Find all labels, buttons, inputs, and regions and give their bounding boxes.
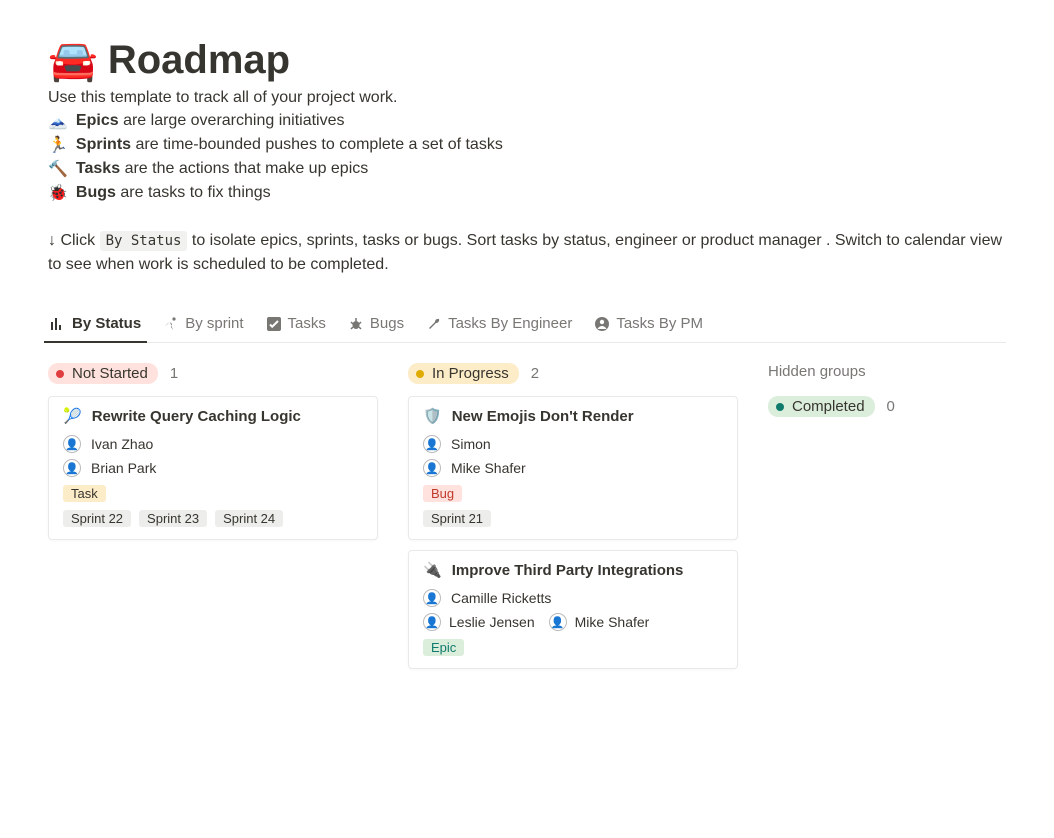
card-person-secondary: 👤 Mike Shafer bbox=[423, 459, 723, 477]
by-status-token: By Status bbox=[100, 231, 188, 251]
avatar-icon: 👤 bbox=[423, 459, 441, 477]
page-subtitle: Use this template to track all of your p… bbox=[48, 89, 1006, 107]
column-count: 1 bbox=[170, 365, 178, 382]
tab-label: Tasks By PM bbox=[616, 315, 703, 332]
person-name: Mike Shafer bbox=[575, 614, 650, 630]
user-circle-icon bbox=[594, 316, 610, 332]
tab-tasks-by-engineer[interactable]: Tasks By Engineer bbox=[424, 309, 574, 342]
checkbox-icon bbox=[266, 316, 282, 332]
avatar-icon: 👤 bbox=[423, 613, 441, 631]
tab-tasks[interactable]: Tasks bbox=[264, 309, 328, 342]
tennis-icon: 🎾 bbox=[63, 407, 82, 425]
person-name: Mike Shafer bbox=[451, 460, 526, 476]
card-improve-third-party-integrations[interactable]: 🔌 Improve Third Party Integrations 👤 Cam… bbox=[408, 550, 738, 669]
hidden-groups-label: Hidden groups bbox=[768, 363, 895, 380]
dot-icon bbox=[776, 403, 784, 411]
status-pill-completed: Completed bbox=[768, 396, 875, 417]
card-title-text: Improve Third Party Integrations bbox=[452, 562, 684, 579]
column-not-started: Not Started 1 🎾 Rewrite Query Caching Lo… bbox=[48, 363, 378, 550]
running-icon bbox=[163, 316, 179, 332]
legend-epics: 🗻 Epics are large overarching initiative… bbox=[48, 111, 1006, 131]
person-name: Camille Ricketts bbox=[451, 590, 551, 606]
car-icon: 🚘 bbox=[48, 41, 98, 81]
card-title-text: Rewrite Query Caching Logic bbox=[92, 408, 301, 425]
hidden-group-completed[interactable]: Completed 0 bbox=[768, 396, 895, 417]
card-title-text: New Emojis Don't Render bbox=[452, 408, 634, 425]
avatar-icon: 👤 bbox=[63, 459, 81, 477]
column-header[interactable]: In Progress 2 bbox=[408, 363, 738, 384]
person-name: Brian Park bbox=[91, 460, 156, 476]
bar-chart-icon bbox=[50, 316, 66, 332]
column-in-progress: In Progress 2 🛡️ New Emojis Don't Render… bbox=[408, 363, 738, 679]
card-person-secondary: 👤 Brian Park bbox=[63, 459, 363, 477]
dot-icon bbox=[56, 370, 64, 378]
column-count: 2 bbox=[531, 365, 539, 382]
shield-icon: 🛡️ bbox=[423, 407, 442, 425]
person-name: Leslie Jensen bbox=[449, 614, 535, 630]
card-rewrite-query-caching[interactable]: 🎾 Rewrite Query Caching Logic 👤 Ivan Zha… bbox=[48, 396, 378, 540]
person-name: Simon bbox=[451, 436, 491, 452]
sprint-tag: Sprint 23 bbox=[139, 510, 207, 527]
wrench-icon bbox=[426, 316, 442, 332]
dot-icon bbox=[416, 370, 424, 378]
avatar-icon: 👤 bbox=[63, 435, 81, 453]
person-name: Ivan Zhao bbox=[91, 436, 153, 452]
tab-by-status[interactable]: By Status bbox=[48, 309, 143, 342]
status-pill-not-started: Not Started bbox=[48, 363, 158, 384]
tab-label: Tasks By Engineer bbox=[448, 315, 572, 332]
card-person-primary: 👤 Camille Ricketts bbox=[423, 589, 723, 607]
card-person-primary: 👤 Ivan Zhao bbox=[63, 435, 363, 453]
sprint-tag: Sprint 21 bbox=[423, 510, 491, 527]
card-person-primary: 👤 Simon bbox=[423, 435, 723, 453]
column-count: 0 bbox=[887, 398, 895, 415]
tab-bugs[interactable]: Bugs bbox=[346, 309, 406, 342]
legend-sprints: 🏃 Sprints are time-bounded pushes to com… bbox=[48, 135, 1006, 155]
sprint-tag: Sprint 22 bbox=[63, 510, 131, 527]
page-title: 🚘 Roadmap bbox=[48, 38, 1006, 83]
plug-icon: 🔌 bbox=[423, 561, 442, 579]
status-label: Completed bbox=[792, 398, 865, 415]
column-header[interactable]: Not Started 1 bbox=[48, 363, 378, 384]
bug-icon bbox=[348, 316, 364, 332]
legend-bugs: 🐞 Bugs are tasks to fix things bbox=[48, 183, 1006, 203]
status-pill-in-progress: In Progress bbox=[408, 363, 519, 384]
runner-icon: 🏃 bbox=[48, 135, 68, 155]
status-label: Not Started bbox=[72, 365, 148, 382]
legend-tasks: 🔨 Tasks are the actions that make up epi… bbox=[48, 159, 1006, 179]
card-new-emojis-dont-render[interactable]: 🛡️ New Emojis Don't Render 👤 Simon 👤 Mik… bbox=[408, 396, 738, 540]
mountain-icon: 🗻 bbox=[48, 111, 68, 131]
card-person-secondary-row: 👤 Leslie Jensen 👤 Mike Shafer bbox=[423, 613, 723, 631]
board: Not Started 1 🎾 Rewrite Query Caching Lo… bbox=[48, 363, 1006, 679]
tab-tasks-by-pm[interactable]: Tasks By PM bbox=[592, 309, 705, 342]
tab-by-sprint[interactable]: By sprint bbox=[161, 309, 245, 342]
tab-label: By Status bbox=[72, 315, 141, 332]
sprint-tag: Sprint 24 bbox=[215, 510, 283, 527]
hammer-icon: 🔨 bbox=[48, 159, 68, 179]
tab-label: Bugs bbox=[370, 315, 404, 332]
ladybug-icon: 🐞 bbox=[48, 183, 68, 203]
type-tag-epic: Epic bbox=[423, 639, 464, 656]
instructions-text: ↓ Click By Status to isolate epics, spri… bbox=[48, 229, 1006, 277]
avatar-icon: 👤 bbox=[423, 435, 441, 453]
page-title-text: Roadmap bbox=[108, 38, 290, 83]
type-tag-bug: Bug bbox=[423, 485, 462, 502]
view-tabs: By Status By sprint Tasks Bugs Tasks By … bbox=[48, 309, 1006, 343]
avatar-icon: 👤 bbox=[423, 589, 441, 607]
avatar-icon: 👤 bbox=[549, 613, 567, 631]
tab-label: By sprint bbox=[185, 315, 243, 332]
hidden-groups-column: Hidden groups Completed 0 bbox=[768, 363, 895, 429]
status-label: In Progress bbox=[432, 365, 509, 382]
type-tag-task: Task bbox=[63, 485, 106, 502]
tab-label: Tasks bbox=[288, 315, 326, 332]
